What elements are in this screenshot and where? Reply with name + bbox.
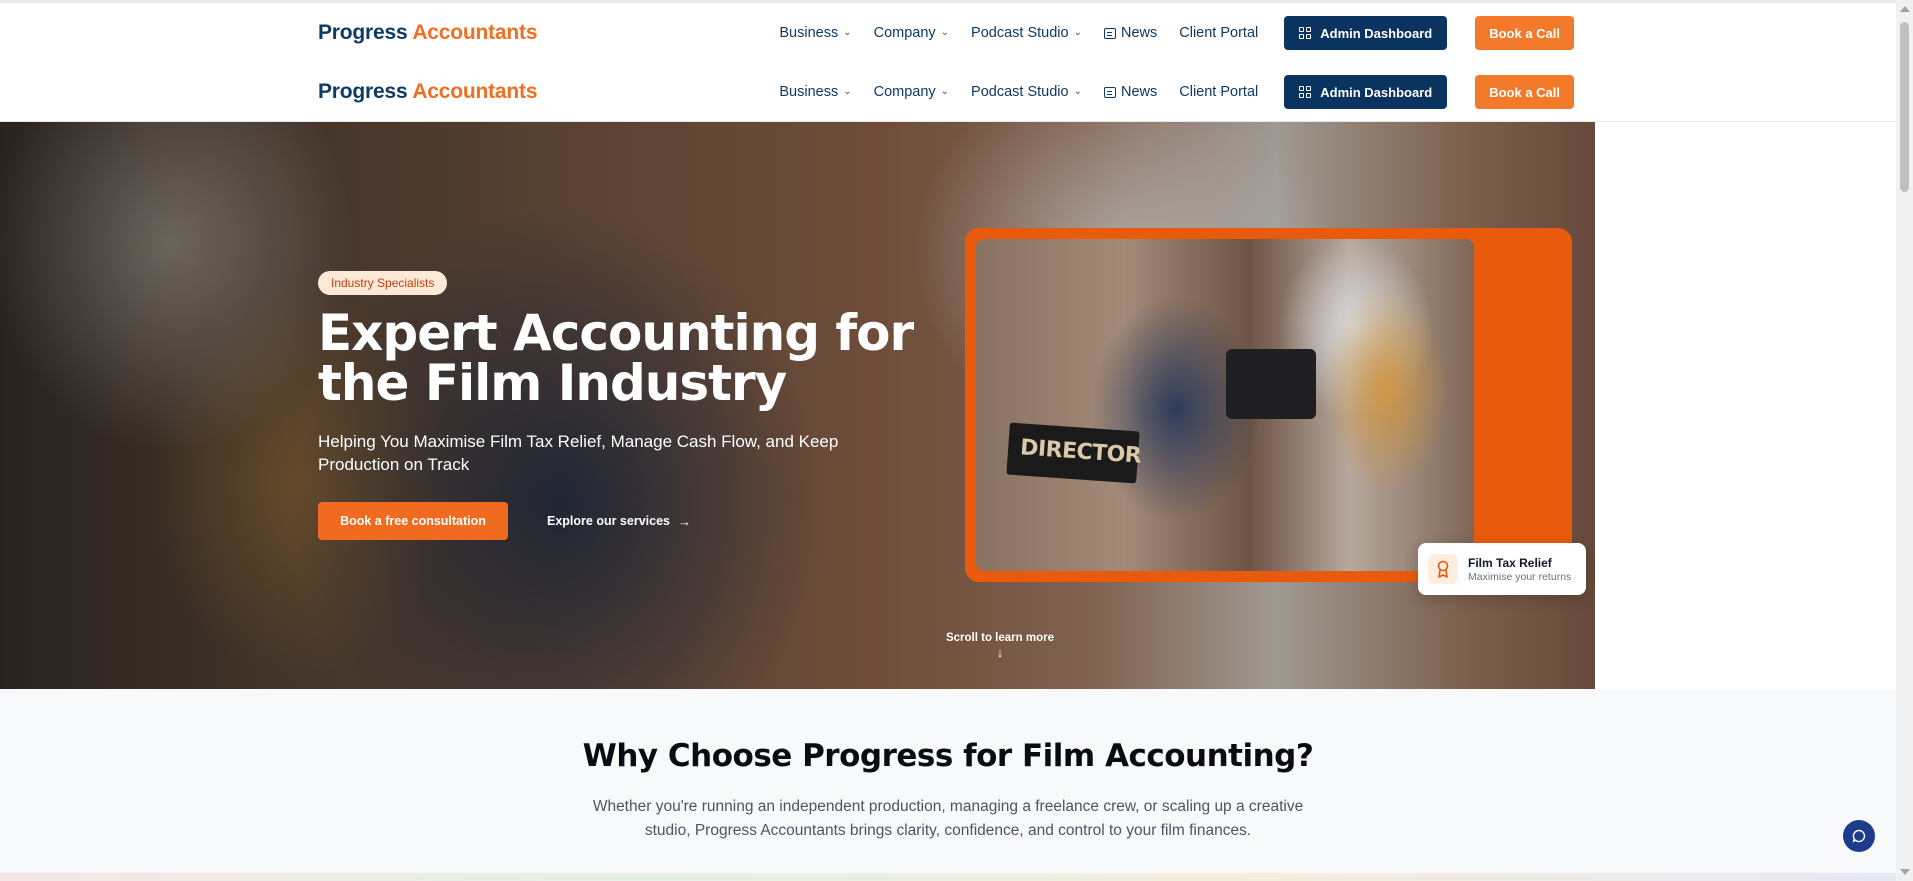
nav-business-label: Business bbox=[779, 25, 839, 41]
nav-podcast-label: Podcast Studio bbox=[971, 84, 1069, 100]
admin-dashboard-button[interactable]: Admin Dashboard bbox=[1284, 16, 1448, 50]
director-chair: DIRECTOR bbox=[1006, 422, 1143, 484]
newspaper-icon bbox=[1103, 86, 1116, 98]
scroll-hint[interactable]: Scroll to learn more ↓ bbox=[945, 632, 1055, 660]
nav-company-label: Company bbox=[873, 25, 936, 41]
page-scrollbar[interactable] bbox=[1896, 0, 1913, 881]
nav-news-label: News bbox=[1120, 25, 1158, 41]
nav-podcast-studio[interactable]: Podcast Studio ⌄ bbox=[971, 84, 1082, 100]
chevron-down-icon: ⌄ bbox=[843, 26, 852, 38]
book-call-button[interactable]: Book a Call bbox=[1475, 75, 1574, 109]
scroll-hint-label: Scroll to learn more bbox=[945, 632, 1054, 644]
camera-shape bbox=[1226, 349, 1316, 419]
scroll-up-icon[interactable] bbox=[1900, 6, 1910, 12]
nav-client-portal-label: Client Portal bbox=[1179, 84, 1259, 100]
chevron-down-icon: ⌄ bbox=[1073, 85, 1082, 97]
newspaper-icon bbox=[1103, 27, 1116, 39]
relief-card-subtitle: Maximise your returns bbox=[1468, 570, 1572, 583]
nav-client-portal-label: Client Portal bbox=[1179, 25, 1259, 41]
relief-card-text: Film Tax Relief Maximise your returns bbox=[1468, 556, 1571, 583]
nav-links: Business ⌄ Company ⌄ Podcast Studio ⌄ News … bbox=[779, 16, 1574, 50]
film-set-photo: DIRECTOR bbox=[976, 239, 1474, 571]
logo-text-accent: Accountants bbox=[412, 21, 538, 44]
hero-section: Industry Specialists Expert Accounting f… bbox=[0, 122, 1595, 689]
explore-services-link[interactable]: Explore our services → bbox=[547, 502, 691, 540]
nav-business-label: Business bbox=[779, 84, 839, 100]
logo-text-primary: Progress bbox=[318, 80, 408, 103]
chevron-down-icon: ⌄ bbox=[843, 85, 852, 97]
book-consultation-button[interactable]: Book a free consultation bbox=[318, 502, 508, 540]
nav-podcast-studio[interactable]: Podcast Studio ⌄ bbox=[971, 25, 1082, 41]
chevron-down-icon: ⌄ bbox=[940, 85, 950, 97]
site-logo[interactable]: Progress Accountants bbox=[318, 80, 537, 104]
next-section-strip bbox=[0, 873, 1896, 881]
logo-text-accent: Accountants bbox=[412, 80, 538, 103]
nav-company[interactable]: Company ⌄ bbox=[874, 84, 949, 100]
nav-links: Business ⌄ Company ⌄ Podcast Studio ⌄ News … bbox=[779, 75, 1574, 109]
nav-business[interactable]: Business ⌄ bbox=[779, 84, 851, 100]
logo-text-primary: Progress bbox=[318, 21, 408, 44]
site-logo[interactable]: Progress Accountants bbox=[318, 21, 537, 45]
film-tax-relief-card: Film Tax Relief Maximise your returns bbox=[1418, 543, 1586, 595]
admin-dashboard-label: Admin Dashboard bbox=[1320, 25, 1433, 41]
nav-podcast-label: Podcast Studio bbox=[971, 25, 1069, 41]
dashboard-grid-icon bbox=[1299, 27, 1312, 39]
arrow-down-icon: ↓ bbox=[996, 645, 1004, 660]
chat-icon bbox=[1852, 829, 1866, 843]
explore-services-label: Explore our services bbox=[547, 514, 670, 528]
award-icon bbox=[1428, 554, 1458, 584]
nav-news-label: News bbox=[1120, 84, 1158, 100]
navbar-sticky: Progress Accountants Business ⌄ Company ⌄ … bbox=[0, 62, 1896, 122]
why-section: Why Choose Progress for Film Accounting?… bbox=[0, 689, 1896, 873]
chat-button[interactable] bbox=[1843, 820, 1875, 852]
industry-badge: Industry Specialists bbox=[318, 271, 448, 295]
nav-news[interactable]: News bbox=[1103, 25, 1158, 41]
why-title: Why Choose Progress for Film Accounting? bbox=[582, 738, 1314, 774]
chevron-down-icon: ⌄ bbox=[1073, 26, 1082, 38]
scrollbar-thumb[interactable] bbox=[1900, 22, 1909, 192]
nav-company-label: Company bbox=[873, 84, 936, 100]
scroll-down-icon[interactable] bbox=[1900, 869, 1910, 875]
hero-subtitle: Helping You Maximise Film Tax Relief, Ma… bbox=[318, 432, 839, 474]
director-chair-text: DIRECTOR bbox=[1019, 435, 1143, 469]
nav-company[interactable]: Company ⌄ bbox=[874, 25, 949, 41]
nav-news[interactable]: News bbox=[1103, 84, 1158, 100]
nav-client-portal[interactable]: Client Portal bbox=[1179, 84, 1258, 100]
hero-image-frame: DIRECTOR bbox=[965, 228, 1572, 582]
why-description: Whether you're running an independent pr… bbox=[592, 798, 1304, 839]
page: Progress Accountants Business ⌄ Company ⌄ … bbox=[0, 0, 1913, 881]
relief-card-title: Film Tax Relief bbox=[1468, 555, 1552, 570]
navbar-primary: Progress Accountants Business ⌄ Company ⌄ … bbox=[0, 3, 1896, 63]
nav-client-portal[interactable]: Client Portal bbox=[1179, 25, 1258, 41]
dashboard-grid-icon bbox=[1299, 86, 1312, 98]
hero-title: Expert Accounting for the Film Industry bbox=[318, 304, 914, 412]
admin-dashboard-button[interactable]: Admin Dashboard bbox=[1284, 75, 1448, 109]
arrow-right-icon: → bbox=[677, 513, 691, 529]
book-call-button[interactable]: Book a Call bbox=[1475, 16, 1574, 50]
admin-dashboard-label: Admin Dashboard bbox=[1320, 84, 1433, 100]
chevron-down-icon: ⌄ bbox=[940, 26, 950, 38]
nav-business[interactable]: Business ⌄ bbox=[779, 25, 851, 41]
